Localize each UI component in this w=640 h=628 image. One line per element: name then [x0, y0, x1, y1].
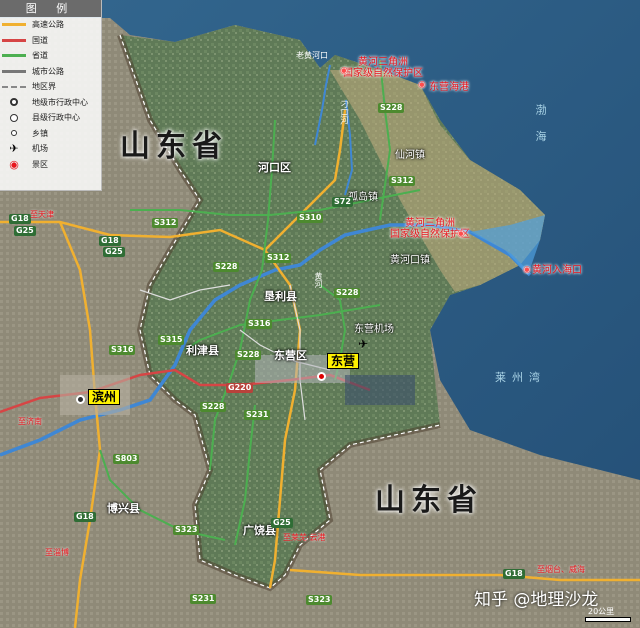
- diaokou-river-label: 刁口河: [340, 100, 349, 124]
- dongying-port-scenic-label: 东营海港: [429, 82, 469, 93]
- road-badge-s316-west: S316: [109, 345, 136, 355]
- road-badge-g18-south: G18: [74, 512, 96, 522]
- sea-label-laizhou: 莱州湾: [495, 371, 546, 384]
- road-badge-s231: S231: [244, 410, 271, 420]
- legend-item-label: 地区界: [32, 82, 56, 92]
- legend-item: 城市公路: [0, 64, 101, 80]
- road-badge-s323-a: S323: [173, 525, 200, 535]
- township-icon: [0, 127, 28, 139]
- salt-pans: [345, 375, 415, 405]
- road-badge-g18-center: G18: [99, 236, 121, 246]
- road-badge-g25-west: G25: [14, 226, 36, 236]
- provincial-road-line-icon: [0, 50, 28, 62]
- legend-item-label: 高速公路: [32, 20, 64, 30]
- to-laiwu-label: 至莱芜·云港: [283, 533, 326, 542]
- legend-item-label: 县级行政中心: [32, 113, 80, 123]
- to-zibo-label: 至淄博: [45, 548, 69, 557]
- river-mouth-scenic-label: 黄河入海口: [532, 265, 582, 276]
- legend-item-label: 国道: [32, 35, 48, 45]
- scenic-marker-port: ◉: [418, 80, 426, 90]
- road-badge-s72: S72: [332, 197, 353, 207]
- old-river-mouth-label: 老黄河口: [296, 51, 328, 60]
- road-badge-s312-west: S312: [152, 218, 179, 228]
- legend-item: ◉ 景区: [0, 157, 101, 173]
- kenli-county-label: 垦利县: [264, 290, 297, 303]
- legend-item-label: 景区: [32, 159, 48, 169]
- road-badge-s228-mid: S228: [213, 262, 240, 272]
- boundary-dash-line-icon: [0, 81, 28, 93]
- legend-item: 乡镇: [0, 126, 101, 142]
- binzhou-city-label: 滨州: [88, 389, 121, 405]
- county-center-icon: [0, 112, 28, 124]
- legend-item: 地级市行政中心: [0, 95, 101, 111]
- road-badge-s228-a: S228: [235, 350, 262, 360]
- legend-item: 高速公路: [0, 17, 101, 33]
- scenic-marker-mouth: ◉: [523, 265, 531, 275]
- legend-item: 县级行政中心: [0, 110, 101, 126]
- scenic-marker-north: ◉: [340, 66, 348, 76]
- binzhou-city-marker: [76, 391, 85, 407]
- legend-item-label: 省道: [32, 51, 48, 61]
- road-badge-s803: S803: [113, 454, 140, 464]
- legend-title: 图 例: [0, 0, 101, 17]
- to-jinan-label: 至济南: [18, 417, 42, 426]
- hekou-district-label: 河口区: [258, 161, 291, 174]
- legend-item: 国道: [0, 33, 101, 49]
- airport-label: 东营机场: [354, 324, 394, 335]
- road-badge-g25-center: G25: [103, 247, 125, 257]
- to-yantai-label: 至烟台、威海: [537, 565, 585, 574]
- road-badge-s316-center: S316: [246, 319, 273, 329]
- legend-list: 高速公路 国道 省道 城市公路 地区界 地级市行政中心 县级行政中心 乡镇 ✈ …: [0, 17, 101, 172]
- lijin-county-label: 利津县: [186, 344, 219, 357]
- watermark: 知乎 @地理沙龙: [474, 590, 599, 610]
- legend-item: 省道: [0, 48, 101, 64]
- huanghe-river-label: 黄河: [314, 272, 323, 288]
- scale-bar: [585, 617, 631, 622]
- city-road-line-icon: [0, 65, 28, 77]
- road-badge-g25-south: G25: [271, 518, 293, 528]
- airport-icon: ✈: [358, 337, 369, 351]
- road-badge-s312: S312: [389, 176, 416, 186]
- scenic-marker-delta: ◉: [457, 229, 465, 239]
- road-badge-s231-south: S231: [190, 594, 217, 604]
- map-legend: 图 例 高速公路 国道 省道 城市公路 地区界 地级市行政中心 县级行政中心 乡…: [0, 0, 102, 191]
- xianhe-town-label: 仙河镇: [395, 150, 425, 161]
- road-badge-s228-c: S228: [200, 402, 227, 412]
- huanghekou-town-label: 黄河口镇: [390, 255, 430, 266]
- road-badge-s312-center: S312: [265, 253, 292, 263]
- province-label-south: 山东省: [375, 483, 483, 518]
- sea-label-bohai: 渤 海: [534, 104, 547, 148]
- road-badge-g18-west: G18: [9, 214, 31, 224]
- province-label-north: 山东省: [120, 129, 228, 164]
- road-badge-s315: S315: [158, 335, 185, 345]
- road-badge-g18-east: G18: [503, 569, 525, 579]
- boxing-county-label: 博兴县: [107, 502, 140, 515]
- legend-item: 地区界: [0, 79, 101, 95]
- road-badge-g220: G220: [226, 383, 254, 393]
- legend-item-label: 机场: [32, 144, 48, 154]
- legend-item-label: 乡镇: [32, 128, 48, 138]
- scenic-spot-icon: ◉: [9, 157, 19, 171]
- delta-north-scenic-label: 黄河三角洲 国家级自然保护区: [343, 57, 423, 79]
- dongying-city-marker: [317, 368, 326, 384]
- map-canvas: 山东省 山东省 渤 海 莱州湾 东营 滨州 河口区 垦利县 利津县 东营区 广饶…: [0, 0, 640, 628]
- legend-item-label: 地级市行政中心: [32, 97, 88, 107]
- road-badge-s310: S310: [297, 213, 324, 223]
- prefecture-center-icon: [0, 96, 28, 108]
- road-badge-s228-b: S228: [334, 288, 361, 298]
- airport-icon: ✈: [9, 142, 19, 156]
- to-tianjin-label: 至天津: [30, 210, 54, 219]
- legend-item: ✈ 机场: [0, 141, 101, 157]
- expressway-line-icon: [0, 19, 28, 31]
- dongying-city-label: 东营: [327, 353, 360, 369]
- dongying-district-label: 东营区: [274, 349, 307, 362]
- national-road-line-icon: [0, 34, 28, 46]
- legend-item-label: 城市公路: [32, 66, 64, 76]
- road-badge-s228-north: S228: [378, 103, 405, 113]
- road-badge-s323-b: S323: [306, 595, 333, 605]
